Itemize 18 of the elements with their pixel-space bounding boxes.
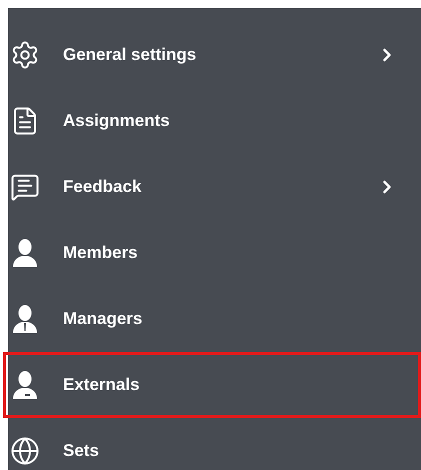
menu-item[interactable]: Assignments	[8, 88, 421, 154]
menu-item[interactable]: Sets	[8, 418, 421, 470]
globe-icon	[10, 436, 40, 466]
menu-item[interactable]: Feedback	[8, 154, 421, 220]
menu-label: Feedback	[63, 176, 142, 198]
menu-item[interactable]: General settings	[8, 22, 421, 88]
menu-label: Externals	[63, 374, 141, 396]
menu-item[interactable]: Externals	[3, 352, 421, 418]
menu-label: General settings	[63, 44, 198, 66]
menu-item[interactable]: Members	[8, 220, 421, 286]
menu-item[interactable]: Managers	[8, 286, 421, 352]
speech-bubble-icon	[10, 172, 40, 202]
menu-label: Assignments	[63, 110, 171, 132]
person-icon	[10, 238, 40, 268]
menu-label: Managers	[63, 308, 144, 330]
menu-label: Sets	[63, 440, 100, 462]
menu-label: Members	[63, 242, 139, 264]
settings-icon	[10, 40, 40, 70]
